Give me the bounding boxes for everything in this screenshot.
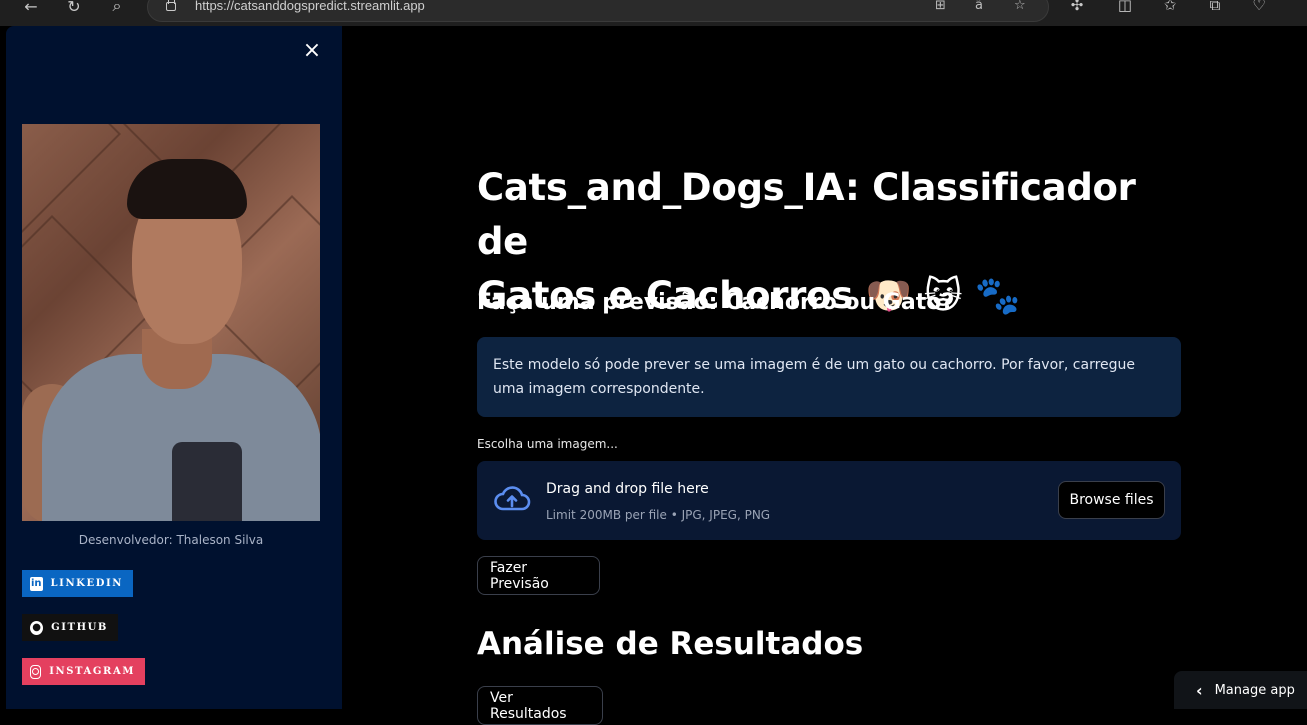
translate-icon[interactable]: ã [975, 0, 983, 13]
address-bar[interactable]: https://catsanddogspredict.streamlit.app… [147, 0, 1049, 22]
close-icon[interactable]: × [301, 40, 323, 62]
github-label: GITHUB [51, 622, 108, 633]
linkedin-icon: in [30, 576, 43, 591]
instagram-label: INSTAGRAM [49, 666, 135, 677]
browser-essentials-icon[interactable]: ♡ [1248, 0, 1270, 14]
refresh-icon[interactable]: ↻ [63, 0, 85, 17]
view-results-button[interactable]: Ver Resultados [477, 686, 603, 725]
dropzone-title: Drag and drop file here [546, 481, 709, 497]
lock-icon[interactable] [166, 0, 176, 11]
browser-toolbar: ← ↻ ⌕ https://catsanddogspredict.streaml… [0, 0, 1307, 26]
url-text[interactable]: https://catsanddogspredict.streamlit.app [195, 0, 425, 13]
collections-icon[interactable]: ⧉ [1204, 0, 1226, 14]
manage-app-button[interactable]: ‹ Manage app [1174, 671, 1307, 709]
apps-icon[interactable]: ⊞ [935, 0, 946, 13]
linkedin-label: LINKEDIN [50, 578, 123, 589]
search-icon[interactable]: ⌕ [106, 0, 128, 17]
github-button[interactable]: ● GITHUB [22, 614, 118, 641]
dropzone-limit: Limit 200MB per file • JPG, JPEG, PNG [546, 508, 771, 522]
main-content: Cats_and_Dogs_IA: Classificador de Gatos… [342, 26, 1307, 725]
title-line-1: Cats_and_Dogs_IA: Classificador de [477, 166, 1136, 263]
instagram-icon [30, 664, 42, 679]
github-icon: ● [30, 620, 44, 635]
favorites-icon[interactable]: ✩ [1159, 0, 1181, 14]
linkedin-button[interactable]: in LINKEDIN [22, 570, 133, 597]
results-heading: Análise de Resultados [477, 626, 864, 662]
developer-label: Desenvolvedor: Thaleson Silva [78, 533, 264, 547]
file-dropzone[interactable]: Drag and drop file here Limit 200MB per … [477, 461, 1181, 540]
extensions-icon[interactable]: ✣ [1066, 0, 1088, 14]
favorite-star-icon[interactable]: ☆ [1014, 0, 1026, 13]
prediction-subtitle: Faça uma previsão: Cachorro ou Gato? [477, 290, 955, 315]
split-screen-icon[interactable]: ◫ [1114, 0, 1136, 14]
predict-button[interactable]: Fazer Previsão [477, 556, 600, 595]
browse-files-button[interactable]: Browse files [1058, 481, 1165, 519]
back-icon[interactable]: ← [20, 0, 42, 17]
info-box: Este modelo só pode prever se uma imagem… [477, 337, 1181, 417]
developer-photo [22, 124, 320, 521]
instagram-button[interactable]: INSTAGRAM [22, 658, 145, 685]
uploader-label: Escolha uma imagem... [477, 437, 618, 451]
sidebar: × Desenvolvedor: Thaleson Silva in LINKE… [6, 26, 342, 709]
manage-app-label: Manage app [1214, 682, 1295, 698]
chevron-left-icon: ‹ [1196, 680, 1203, 700]
cloud-upload-icon [494, 486, 531, 511]
